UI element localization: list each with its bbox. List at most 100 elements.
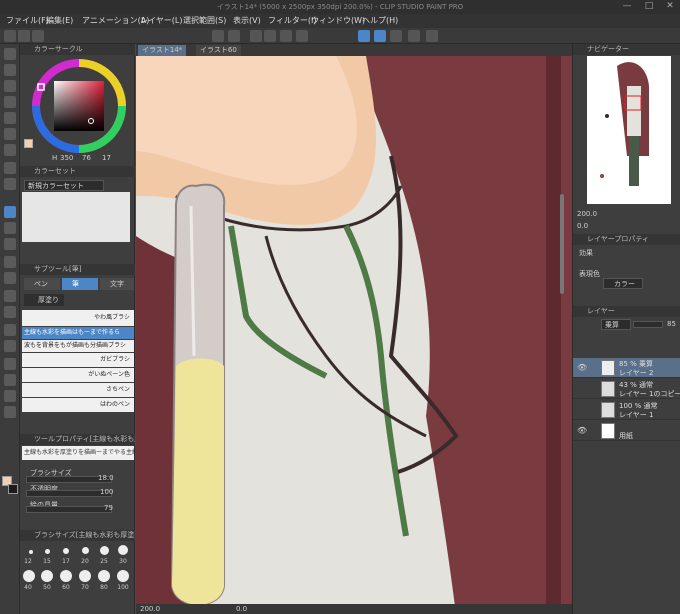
menu-file[interactable]: ファイル(F) [6,15,49,26]
brush-item[interactable]: ガビブラシ [22,353,134,367]
navigator-preview[interactable] [587,56,671,204]
brush-size-dot[interactable] [79,570,91,582]
clear-icon[interactable] [264,30,276,42]
snap-ruler-icon[interactable] [358,30,370,42]
brush-size-dot[interactable] [60,570,72,582]
blend-mode-select[interactable]: 乗算 [601,319,631,330]
brush-item-selected[interactable]: 主線も水彩を描画はもーまで作るら [22,327,134,339]
brush-item[interactable]: はわのペン [22,398,134,412]
brightness-value: 17 [102,154,111,162]
balloon-tool-icon[interactable] [4,390,16,402]
subtool-group[interactable]: 厚塗り [24,294,64,306]
eraser-tool-icon[interactable] [4,256,16,268]
subtool-tab-text[interactable]: 文字 [100,278,134,290]
redo-icon[interactable] [228,30,240,42]
color-wheel[interactable] [28,58,130,158]
color-icon[interactable] [408,30,420,42]
expression-color-select[interactable]: カラー [603,278,643,289]
auto-select-icon[interactable] [4,128,16,140]
brush-size-dot[interactable] [100,546,109,555]
sub-color-swatch[interactable] [8,484,18,494]
layer-row[interactable]: 👁 用紙 [573,421,680,441]
menu-layer[interactable]: レイヤー(L) [140,15,182,26]
layer-opacity-value: 85 [667,320,676,328]
eye-icon[interactable]: 👁 [577,426,587,435]
help-icon[interactable] [426,30,438,42]
brush-size-dot[interactable] [117,570,129,582]
brush-item[interactable]: 波もを背景をもが描画も分描画ブラシ [22,340,134,352]
color-set-header: カラーセット [20,166,135,177]
menu-help[interactable]: ヘルプ(H) [362,15,398,26]
canvas-area[interactable]: イラスト14* イラスト60 200.0 0.0 [136,44,572,614]
current-color-swatch[interactable] [24,139,33,148]
opacity-value: 100 [100,488,114,496]
menu-window[interactable]: ウィンドウ(W) [311,15,365,26]
subtool-tab-pen[interactable]: ペン [24,278,60,290]
brush-size-grid[interactable]: 12 15 17 20 25 30 40 50 60 70 80 100 [20,542,135,614]
blend-slider[interactable] [26,506,112,513]
tab-document-active[interactable]: イラスト14* [138,45,187,56]
brush-size-dot[interactable] [45,549,50,554]
color-set-select[interactable]: 新規カラーセット [24,180,104,191]
pencil-tool-icon[interactable] [4,178,16,190]
brush-item[interactable]: がいぬペーン色 [22,368,134,382]
minimize-button[interactable]: — [618,1,636,13]
correct-line-tool-icon[interactable] [4,406,16,418]
airbrush-tool-icon[interactable] [4,222,16,234]
brush-tool-icon[interactable] [4,206,16,218]
fill-tool-icon[interactable] [4,290,16,302]
menu-selection[interactable]: 選択範囲(S) [183,15,226,26]
brush-item[interactable]: さちペン [22,383,134,397]
brush-size-dot[interactable] [63,548,69,554]
eye-icon[interactable]: 👁 [577,363,587,372]
ruler-tool-icon[interactable] [4,358,16,370]
brush-size-dot[interactable] [41,570,53,582]
subtool-tab-brush[interactable]: 筆 [62,278,98,290]
pen-tool-icon[interactable] [4,162,16,174]
move-tool-icon[interactable] [4,64,16,76]
layer-move-icon[interactable] [4,96,16,108]
gradient-tool-icon[interactable] [4,306,16,318]
close-button[interactable]: ✕ [661,1,679,13]
figure-tool-icon[interactable] [4,324,16,336]
navigator-header: ナビゲーター [573,44,680,55]
frame-tool-icon[interactable] [4,340,16,352]
text-tool-icon[interactable] [4,374,16,386]
menu-edit[interactable]: 編集(E) [46,15,73,26]
menu-view[interactable]: 表示(V) [233,15,261,26]
layer-row[interactable]: 👁 85 % 乗算 レイヤー 2 [573,358,680,378]
operation-tool-icon[interactable] [4,80,16,92]
brush-size-dot[interactable] [29,550,33,554]
expression-color-label: 表現色 [579,270,600,278]
layer-row[interactable]: 100 % 通常 レイヤー 1 [573,400,680,420]
snap-grid-icon[interactable] [390,30,402,42]
snap-special-ruler-icon[interactable] [374,30,386,42]
illustration-canvas[interactable] [136,56,572,614]
undo-icon[interactable] [212,30,224,42]
brush-size-dot[interactable] [118,545,128,555]
menu-filter[interactable]: フィルター(I) [268,15,316,26]
brush-size-label: 80 [100,584,108,591]
brush-size-dot[interactable] [98,570,110,582]
open-icon[interactable] [18,30,30,42]
zoom-tool-icon[interactable] [4,48,16,60]
brush-item[interactable]: やわ風ブラシ [22,310,134,326]
eyedropper-icon[interactable] [4,144,16,156]
canvas-vertical-scrollbar[interactable] [560,194,564,294]
blend-tool-icon[interactable] [4,272,16,284]
new-icon[interactable] [4,30,16,42]
save-icon[interactable] [32,30,44,42]
layer-opacity-slider[interactable] [633,321,663,328]
deselect-icon[interactable] [250,30,262,42]
brush-size-dot[interactable] [23,570,35,582]
brush-size-dot[interactable] [82,547,89,554]
brush-size-panel-header: ブラシサイズ[主線も水彩も厚塗り] [20,530,135,541]
layer-row[interactable]: 43 % 通常 レイヤー 1のコピー [573,379,680,399]
maximize-button[interactable]: □ [640,1,658,13]
selection-tool-icon[interactable] [4,112,16,124]
fill-icon[interactable] [280,30,292,42]
tab-document[interactable]: イラスト60 [196,45,241,56]
decoration-tool-icon[interactable] [4,238,16,250]
transform-icon[interactable] [296,30,308,42]
color-set-grid[interactable] [22,192,130,242]
